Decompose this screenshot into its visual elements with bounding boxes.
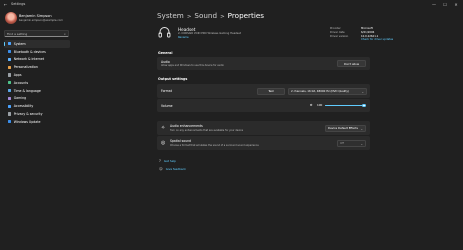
spatial-sound-card: ◎ Spatial sound Choose a format that emu…: [157, 136, 370, 150]
sidebar-item-apps[interactable]: Apps: [4, 71, 70, 79]
spatial-sound-description: Choose a format that emulates the sound …: [170, 143, 259, 147]
nav-icon: [8, 73, 12, 77]
sidebar-item-label: Bluetooth & devices: [13, 49, 46, 54]
close-button[interactable]: ✕: [452, 2, 460, 7]
minimize-button[interactable]: —: [430, 2, 438, 7]
feedback-icon: ☺: [159, 167, 163, 171]
search-icon[interactable]: ⌕: [64, 32, 66, 36]
volume-value: 100: [317, 103, 323, 108]
sidebar-item-bluetooth-devices[interactable]: Bluetooth & devices: [4, 48, 70, 56]
app-title: Settings: [11, 2, 26, 6]
avatar[interactable]: [5, 12, 17, 24]
audio-enhancements-value: Device Default Effects: [328, 126, 358, 130]
nav-icon: [8, 42, 12, 46]
spatial-sound-title: Spatial sound: [170, 138, 192, 143]
sidebar-item-label: Accounts: [13, 80, 29, 85]
slider-fill: [325, 105, 364, 106]
speaker-icon[interactable]: 🔊︎: [310, 103, 312, 107]
rename-link[interactable]: Rename: [178, 36, 189, 39]
user-name: Benjamin Simpson: [19, 14, 52, 18]
search-input[interactable]: Find a setting ⌕: [4, 30, 69, 37]
audio-enhancements-dropdown[interactable]: Device Default Effects ⌄: [325, 124, 366, 132]
chevron-down-icon: ⌄: [361, 89, 364, 94]
sidebar-item-personalization[interactable]: Personalization: [4, 63, 70, 71]
give-feedback-label: Give feedback: [165, 167, 186, 171]
breadcrumb: System > Sound > Properties: [157, 11, 264, 20]
format-value: 2 channels, 16 bit, 48000 Hz (DVD Qualit…: [291, 89, 349, 93]
sidebar-item-label: Windows Update: [13, 119, 41, 124]
format-dropdown[interactable]: 2 channels, 16 bit, 48000 Hz (DVD Qualit…: [288, 87, 367, 95]
headset-icon: [158, 27, 171, 38]
sidebar-item-label: Apps: [13, 73, 22, 78]
slider-thumb[interactable]: [362, 103, 366, 108]
nav-icon: [8, 104, 12, 108]
sidebar-item-label: Personalization: [13, 65, 38, 70]
spatial-icon: ◎: [161, 139, 166, 146]
meta-value: 6/21/2006: [361, 30, 375, 34]
chevron-down-icon: ⌄: [360, 141, 363, 146]
nav-icon: [8, 89, 12, 93]
spatial-sound-dropdown[interactable]: Off ⌄: [337, 139, 366, 147]
sidebar-item-label: Accessibility: [13, 104, 34, 109]
sidebar-item-label: Network & internet: [13, 57, 45, 62]
section-general: General: [158, 51, 173, 55]
nav-icon: [8, 50, 12, 54]
sidebar-item-accessibility[interactable]: Accessibility: [4, 102, 70, 110]
sidebar-item-label: Privacy & security: [13, 112, 43, 117]
audio-description: Allow apps and Windows to use this devic…: [161, 64, 224, 67]
breadcrumb-separator: >: [220, 14, 225, 20]
sidebar-item-label: System: [13, 41, 26, 46]
nav-icon: [8, 112, 12, 116]
breadcrumb-sound[interactable]: Sound: [194, 11, 217, 20]
search-placeholder: Find a setting: [7, 32, 28, 37]
dont-allow-button[interactable]: Don't allow: [337, 60, 366, 67]
breadcrumb-properties: Properties: [227, 11, 264, 20]
format-title: Format: [161, 89, 172, 93]
breadcrumb-system[interactable]: System: [157, 11, 184, 20]
nav-icon: [8, 81, 12, 85]
nav-icon: [8, 96, 12, 101]
breadcrumb-separator: >: [186, 14, 192, 20]
volume-title: Volume: [161, 103, 173, 108]
volume-card: Volume 🔊︎ 100: [157, 99, 370, 112]
sidebar-nav: System Bluetooth & devices Network & inter…: [4, 40, 70, 126]
sidebar-item-label: Gaming: [13, 96, 27, 101]
audio-enhancements-title: Audio enhancements: [170, 123, 203, 128]
audio-title: Audio: [161, 59, 170, 64]
audio-enhancements-description: Turn on any enhancements that are availa…: [170, 128, 244, 132]
audio-card: Audio Allow apps and Windows to use this…: [157, 57, 370, 70]
maximize-button[interactable]: ☐: [441, 2, 449, 7]
sidebar-item-network-internet[interactable]: Network & internet: [4, 56, 70, 64]
sidebar-item-accounts[interactable]: Accounts: [4, 79, 70, 87]
give-feedback-link[interactable]: ☺ Give feedback: [159, 167, 186, 171]
enhance-icon: ✧: [161, 124, 166, 131]
sidebar-item-privacy-security[interactable]: Privacy & security: [4, 110, 70, 118]
driver-info: Provider Microsoft Driver date 6/21/2006 D…: [330, 27, 393, 42]
format-card: Format Test 2 channels, 16 bit, 48000 Hz…: [157, 84, 370, 98]
user-email: benjamin.simpson@example.com: [19, 19, 63, 22]
nav-icon: [8, 65, 12, 69]
chevron-down-icon: ⌄: [360, 126, 363, 131]
meta-value: Microsoft: [361, 27, 373, 30]
title-bar: ← Settings — ☐ ✕: [0, 0, 463, 10]
back-arrow-icon[interactable]: ←: [4, 2, 7, 7]
get-help-label: Get help: [163, 159, 176, 163]
nav-icon: [8, 120, 12, 124]
help-icon: ?: [159, 159, 161, 163]
get-help-link[interactable]: ? Get help: [159, 159, 176, 163]
sidebar-item-gaming[interactable]: Gaming: [4, 95, 70, 103]
device-subtitle: 2- CORSAIR VOID PRO Wireless Gaming Head…: [178, 32, 241, 35]
spatial-sound-value: Off: [340, 141, 344, 145]
sidebar-item-system[interactable]: System: [4, 40, 70, 48]
audio-enhancements-card: ✧ Audio enhancements Turn on any enhance…: [157, 121, 370, 135]
section-output: Output settings: [158, 77, 188, 81]
nav-icon: [8, 57, 12, 62]
sidebar-item-label: Time & language: [13, 88, 41, 93]
sidebar-item-time-language[interactable]: Time & language: [4, 87, 70, 95]
test-button[interactable]: Test: [257, 87, 285, 95]
sidebar-item-windows-update[interactable]: Windows Update: [4, 118, 70, 126]
driver-update-link[interactable]: Check for driver updates: [361, 38, 393, 41]
